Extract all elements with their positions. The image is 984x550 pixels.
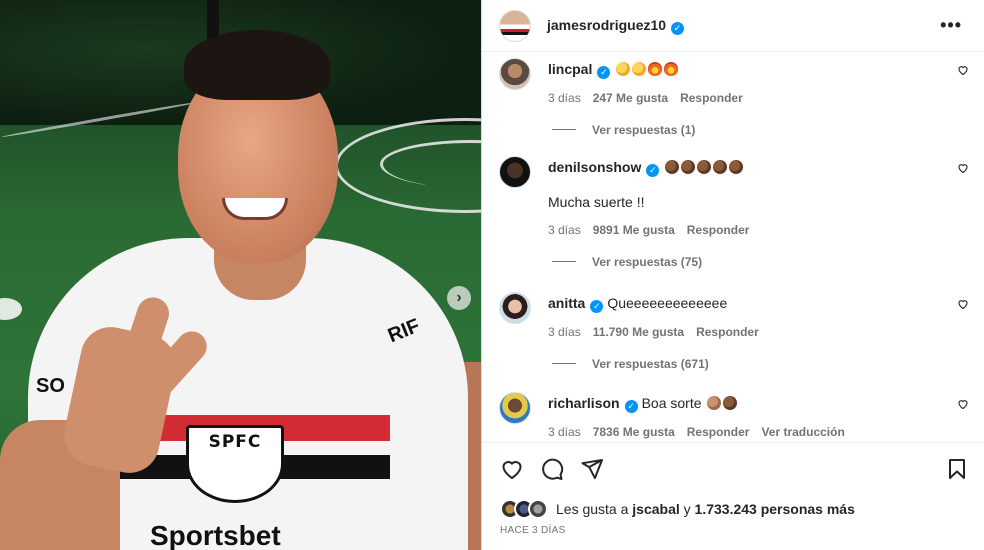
verified-badge-icon: ✓ [646,163,660,177]
crest-text: SPFC [208,432,262,452]
fist-emoji-icon [723,396,738,410]
comment-likes[interactable]: 7836 Me gusta [593,425,675,439]
owner-avatar[interactable] [499,9,531,42]
comment-item: lincpal ✓ 3 días 247 Me gusta Responder V… [499,58,969,137]
likes-connector: y [683,501,691,517]
comment-item: anitta ✓ Queeeeeeeeeeeee 3 días 11.790 Me … [499,292,969,371]
fist-emoji-icon [707,396,722,410]
comment-likes[interactable]: 11.790 Me gusta [593,325,684,339]
verified-badge-icon: ✓ [597,65,611,79]
commenter-avatar[interactable] [499,392,531,424]
owner-username[interactable]: jamesrodriguez10 ✓ [547,17,685,35]
comment-icon[interactable] [540,457,564,481]
bookmark-icon[interactable] [945,457,969,481]
view-replies-label: Ver respuestas (671) [592,356,709,371]
fist-emoji-icon [697,160,712,174]
likes-prefix: Les gusta a [556,501,629,517]
likes-summary[interactable]: Les gusta a jscabal y 1.733.243 personas… [500,499,855,519]
more-options-button[interactable]: ••• [940,16,962,34]
commenter-avatar[interactable] [499,292,531,324]
post-photo[interactable]: SPFC RIF SO Sportsbet › [0,0,481,550]
fire-emoji-icon [648,62,663,76]
verified-badge-icon: ✓ [590,299,604,313]
comment-likes[interactable]: 247 Me gusta [593,91,668,105]
replies-divider [552,363,576,364]
comment-like-heart-icon[interactable] [957,298,969,310]
reply-button[interactable]: Responder [696,325,759,339]
commenter-username[interactable]: denilsonshow [548,159,641,175]
comment-like-heart-icon[interactable] [957,162,969,174]
chevron-right-icon: › [456,289,462,306]
view-replies-label: Ver respuestas (1) [592,122,696,137]
send-icon[interactable] [580,457,604,481]
post-actions-bar: Les gusta a jscabal y 1.733.243 personas… [482,442,984,550]
fist-emoji-icon [665,160,680,174]
more-horizontal-icon: ••• [940,15,962,35]
view-replies-label: Ver respuestas (75) [592,254,703,269]
clap-emoji-icon [616,62,631,76]
commenter-username[interactable]: richarlison [548,395,620,411]
next-photo-button[interactable]: › [447,286,471,310]
comment-item: denilsonshow ✓ Mucha suerte !! 3 días 989… [499,156,969,269]
clap-emoji-icon [632,62,647,76]
commenter-username[interactable]: lincpal [548,61,592,77]
club-crest: SPFC [186,425,284,503]
replies-divider [552,261,576,262]
heart-icon[interactable] [500,457,524,481]
reply-button[interactable]: Responder [687,425,750,439]
see-translation-button[interactable]: Ver traducción [761,425,844,439]
comment-time[interactable]: 3 días [548,325,581,339]
liker-username[interactable]: jscabal [632,501,679,517]
reply-button[interactable]: Responder [687,223,750,237]
verified-badge-icon: ✓ [624,399,638,413]
comment-time[interactable]: 3 días [548,425,581,439]
comment-time[interactable]: 3 días [548,91,581,105]
pitch-marker [0,298,22,320]
view-replies-button[interactable]: Ver respuestas (1) [552,123,969,137]
likes-summary-text: Les gusta a jscabal y 1.733.243 personas… [556,501,855,517]
verified-badge-icon: ✓ [671,21,685,35]
fire-emoji-icon [664,62,679,76]
likes-count[interactable]: 1.733.243 personas más [695,501,855,517]
sponsor-text: Sportsbet [150,520,281,550]
post-side-panel: jamesrodriguez10 ✓ ••• lincpal ✓ 3 días [481,0,984,550]
comment-text: Mucha suerte !! [548,193,645,210]
comment-item: richarlison ✓ Boa sorte 3 días 7836 Me gus… [499,392,969,439]
owner-username-text[interactable]: jamesrodriguez10 [547,17,666,33]
comment-text: Queeeeeeeeeeeee [607,295,728,311]
fist-emoji-icon [713,160,728,174]
replies-divider [552,129,576,130]
comment-emojis [614,61,679,77]
comment-like-heart-icon[interactable] [957,64,969,76]
commenter-avatar[interactable] [499,58,531,90]
comment-time[interactable]: 3 días [548,223,581,237]
commenter-username[interactable]: anitta [548,295,585,311]
comment-emojis [705,395,738,411]
reply-button[interactable]: Responder [680,91,743,105]
comment-text: Boa sorte [641,395,702,411]
post-header: jamesrodriguez10 ✓ ••• [482,0,984,52]
comment-emojis [663,159,744,175]
liker-avatar [528,499,548,519]
sleeve-text: SO [36,375,65,397]
comment-like-heart-icon[interactable] [957,398,969,410]
comments-list[interactable]: lincpal ✓ 3 días 247 Me gusta Responder V… [482,52,984,442]
fist-emoji-icon [729,160,744,174]
commenter-avatar[interactable] [499,156,531,188]
view-replies-button[interactable]: Ver respuestas (671) [552,357,969,371]
player-hair [184,30,330,100]
post-timestamp[interactable]: HACE 3 DÍAS [500,525,566,536]
view-replies-button[interactable]: Ver respuestas (75) [552,255,969,269]
comment-likes[interactable]: 9891 Me gusta [593,223,675,237]
fist-emoji-icon [681,160,696,174]
